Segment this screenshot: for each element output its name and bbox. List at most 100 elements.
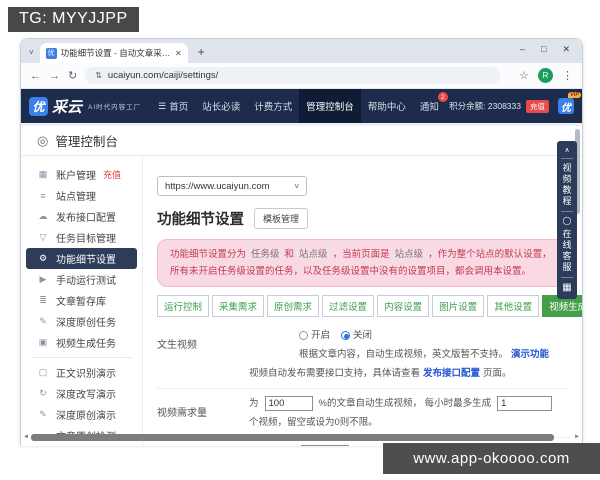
address-bar[interactable]: ⇅ ucaiyun.com/caiji/settings/ bbox=[85, 67, 501, 84]
monitor-icon: ▢ bbox=[38, 367, 48, 377]
vip-badge: VIP bbox=[568, 92, 581, 98]
new-tab-button[interactable]: + bbox=[198, 45, 205, 59]
scroll-right-arrow-icon[interactable]: ► bbox=[572, 434, 582, 440]
account-logo-icon[interactable]: 优 VIP bbox=[558, 92, 581, 114]
sidebar-item-task-targets[interactable]: ▽ 任务目标管理 bbox=[21, 227, 142, 248]
tab-run-control[interactable]: 运行控制 bbox=[157, 295, 210, 318]
row-label: 文生视频 bbox=[157, 340, 197, 352]
row-text-to-video: 文生视频 开启 关闭 根据文章内容，自动生成视频，英文版暂不支持。 演示功能 视… bbox=[157, 321, 570, 390]
cloud-icon: ☁ bbox=[38, 211, 48, 221]
sidebar-item-rewrite-demo[interactable]: ↻ 深度改写演示 bbox=[21, 383, 142, 404]
reload-icon[interactable]: ↻ bbox=[68, 69, 77, 82]
console-icon: ◎ bbox=[37, 132, 49, 148]
site-level-chip: 站点级 bbox=[391, 249, 427, 260]
sidebar-item-deep-original-task[interactable]: ✎ 深度原创任务 bbox=[21, 311, 142, 332]
demo-feature-link[interactable]: 演示功能 bbox=[511, 345, 549, 364]
edit-icon: ✎ bbox=[39, 316, 47, 326]
minimize-button[interactable]: – bbox=[520, 44, 525, 55]
nav-item-pricing[interactable]: 计费方式 bbox=[247, 89, 299, 123]
row-text: 根据文章内容，自动生成视频，英文版暂不支持。 bbox=[299, 349, 509, 361]
site-level-chip: 站点级 bbox=[296, 249, 331, 260]
sidebar-item-account[interactable]: ▦ 账户管理 充值 bbox=[21, 164, 142, 185]
collapse-chevron-icon[interactable]: ∧ bbox=[564, 146, 569, 154]
horizontal-scrollbar-thumb[interactable] bbox=[31, 433, 554, 441]
nav-item-home[interactable]: ☰ 首页 bbox=[151, 89, 195, 123]
watermark: www.app-okoooo.com bbox=[383, 443, 600, 474]
chart-icon: ▦ bbox=[38, 169, 48, 179]
sidebar-item-label: 发布接口配置 bbox=[56, 213, 116, 224]
recharge-button[interactable]: 充值 bbox=[526, 99, 549, 113]
menu-icon: ☰ bbox=[158, 100, 167, 111]
online-service-button[interactable]: 在线客服 bbox=[561, 229, 574, 273]
qr-code-icon[interactable]: ▦ bbox=[562, 282, 571, 293]
floating-side-widget: ∧ 视频教程 ◯ 在线客服 ▦ bbox=[557, 141, 577, 299]
radio-disable[interactable]: 关闭 bbox=[341, 326, 372, 345]
sidebar-item-manual-test[interactable]: ▶ 手动运行测试 bbox=[21, 269, 142, 290]
sidebar-item-article-store[interactable]: ≣ 文章暂存库 bbox=[21, 290, 142, 311]
widget-divider bbox=[561, 158, 573, 159]
tab-search-chevron-icon[interactable]: ˅ bbox=[29, 48, 34, 57]
sidebar-item-video-task[interactable]: ▣ 视频生成任务 bbox=[21, 332, 142, 353]
browser-tabstrip: ˅ 优 功能细节设置 - 自动文章采集… ✕ + – □ ✕ bbox=[21, 39, 582, 63]
sidebar-item-sites[interactable]: ≡ 站点管理 bbox=[21, 185, 142, 206]
notice-box: 功能细节设置分为 任务级和站点级 ，当前页面是 站点级 ，作为整个站点的默认设置，所有未… bbox=[157, 239, 569, 288]
tab-close-icon[interactable]: ✕ bbox=[175, 49, 182, 58]
row-text: 视频自动发布需要接口支持，具体请查看 bbox=[249, 368, 421, 380]
site-select-dropdown[interactable]: https://www.ucaiyun.com ˅ bbox=[157, 176, 307, 196]
nav-item-notifications[interactable]: 通知 2 bbox=[413, 89, 448, 123]
publish-api-link[interactable]: 发布接口配置 bbox=[423, 364, 480, 383]
nav-label: 帮助中心 bbox=[367, 102, 406, 113]
bookmark-star-icon[interactable]: ☆ bbox=[519, 69, 529, 82]
widget-divider bbox=[561, 211, 573, 212]
nav-label: 管理控制台 bbox=[306, 102, 354, 113]
tab-original-demand[interactable]: 原创需求 bbox=[267, 295, 320, 318]
tab-other-settings[interactable]: 其他设置 bbox=[487, 295, 540, 318]
database-icon: ≣ bbox=[39, 295, 47, 305]
back-icon[interactable]: ← bbox=[30, 70, 41, 82]
site-viewport: 优 采云 AI时代内容工厂 ☰ 首页 站长必读 计费方式 管理控制台 帮助中心 … bbox=[21, 89, 582, 446]
tab-image-settings[interactable]: 图片设置 bbox=[432, 295, 485, 318]
max-videos-per-hour-input[interactable] bbox=[497, 396, 553, 412]
tg-contact-badge: TG: MYYJJPP bbox=[8, 7, 139, 32]
sidebar-item-original-demo[interactable]: ✎ 深度原创演示 bbox=[21, 404, 142, 425]
chevron-down-icon: ˅ bbox=[294, 181, 299, 191]
sidebar-item-label: 账户管理 bbox=[56, 171, 96, 182]
forward-icon[interactable]: → bbox=[49, 70, 60, 82]
nav-label: 通知 bbox=[419, 102, 439, 113]
nav-item-admin-console[interactable]: 管理控制台 bbox=[299, 89, 361, 123]
horizontal-scrollbar[interactable]: ◄ ► bbox=[21, 433, 582, 441]
radio-enable[interactable]: 开启 bbox=[299, 326, 330, 345]
tab-collect-demand[interactable]: 采集需求 bbox=[212, 295, 265, 318]
recharge-link[interactable]: 充值 bbox=[103, 168, 121, 181]
min-length-input[interactable] bbox=[301, 445, 350, 446]
scroll-left-arrow-icon[interactable]: ◄ bbox=[21, 434, 31, 440]
main-panel: https://www.ucaiyun.com ˅ 功能细节设置 模板管理 功能… bbox=[143, 156, 582, 446]
profile-avatar[interactable]: R bbox=[538, 68, 553, 83]
sidebar-item-label: 视频生成任务 bbox=[56, 339, 116, 350]
notice-text: 和 bbox=[284, 249, 295, 260]
site-info-icon[interactable]: ⇅ bbox=[95, 71, 102, 80]
refresh-icon: ↻ bbox=[39, 388, 47, 398]
sidebar-item-publish-api[interactable]: ☁ 发布接口配置 bbox=[21, 206, 142, 227]
video-tutorial-button[interactable]: 视频教程 bbox=[561, 163, 574, 207]
sidebar-item-feature-settings[interactable]: ⚙ 功能细节设置 bbox=[26, 248, 137, 269]
video-percent-input[interactable] bbox=[264, 396, 313, 412]
nav-item-must-read[interactable]: 站长必读 bbox=[195, 89, 247, 123]
tab-content-settings[interactable]: 内容设置 bbox=[377, 295, 430, 318]
nav-item-help-center[interactable]: 帮助中心 bbox=[361, 89, 413, 123]
tab-filter-settings[interactable]: 过滤设置 bbox=[322, 295, 375, 318]
row-text: %的文章自动生成视频， 每小时最多生成 bbox=[318, 398, 492, 410]
row-text: 为 bbox=[249, 398, 259, 410]
sidebar-item-body-recognition-demo[interactable]: ▢ 正文识别演示 bbox=[21, 362, 142, 383]
template-manage-button[interactable]: 模板管理 bbox=[254, 208, 309, 229]
site-logo[interactable]: 优 采云 AI时代内容工厂 bbox=[29, 96, 141, 117]
points-balance: 积分余额: 2308333 bbox=[449, 101, 521, 111]
browser-tab[interactable]: 优 功能细节设置 - 自动文章采集… ✕ bbox=[39, 43, 188, 63]
maximize-button[interactable]: □ bbox=[541, 44, 546, 55]
sidebar-item-label: 正文识别演示 bbox=[56, 369, 116, 380]
close-button[interactable]: ✕ bbox=[562, 44, 570, 55]
url-text: ucaiyun.com/caiji/settings/ bbox=[107, 70, 219, 81]
nav-label: 计费方式 bbox=[254, 102, 293, 113]
site-favicon-icon: 优 bbox=[45, 47, 57, 59]
browser-menu-icon[interactable]: ⋮ bbox=[562, 69, 573, 82]
